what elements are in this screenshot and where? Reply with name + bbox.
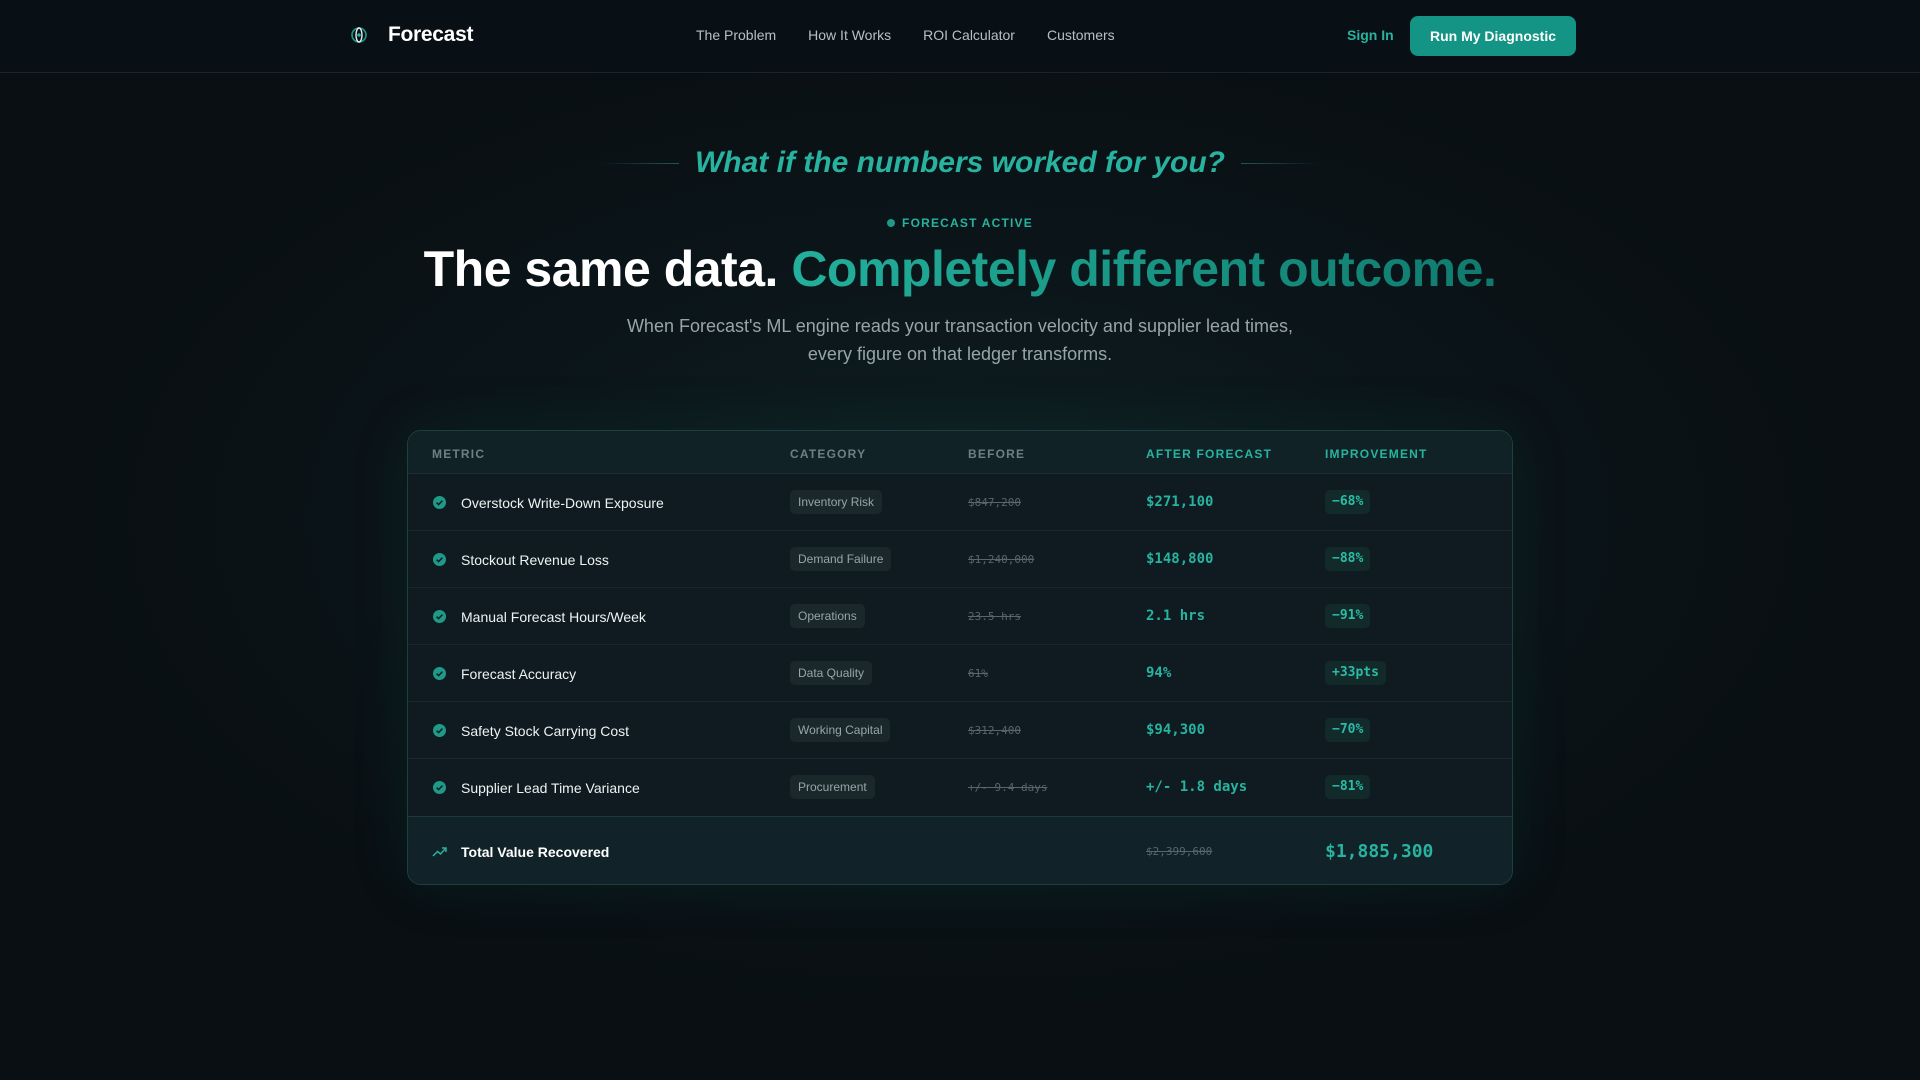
after-value: 2.1 hrs (1146, 608, 1206, 624)
category-badge: Working Capital (790, 718, 891, 742)
before-value: 61% (968, 667, 988, 680)
table-row: Supplier Lead Time Variance Procurement … (408, 759, 1512, 816)
after-value: $271,100 (1146, 494, 1214, 510)
header-improvement: IMPROVEMENT (1325, 447, 1428, 461)
subtitle-line-2: every figure on that ledger transforms. (807, 344, 1113, 364)
headline-accent: Completely different outcome. (791, 241, 1497, 297)
table-row: Overstock Write-Down Exposure Inventory … (408, 474, 1512, 531)
check-circle-icon (433, 610, 446, 623)
sign-in-link[interactable]: Sign In (1347, 27, 1394, 43)
improvement-badge: −81% (1325, 775, 1371, 799)
tagline-divider-left (598, 162, 679, 164)
comparison-table: METRIC CATEGORY BEFORE AFTER FORECAST IM… (407, 430, 1513, 885)
metric-name: Stockout Revenue Loss (461, 552, 609, 568)
category-badge: Demand Failure (790, 547, 892, 571)
header-metric: METRIC (432, 447, 486, 461)
hero-headline: The same data. Completely different outc… (0, 240, 1920, 298)
table-row: Manual Forecast Hours/Week Operations 23… (408, 588, 1512, 645)
hero-tagline: What if the numbers worked for you? (694, 146, 1226, 179)
metric-name: Overstock Write-Down Exposure (461, 495, 664, 511)
table-row: Forecast Accuracy Data Quality 61% 94% +… (408, 645, 1512, 702)
status-text: FORECAST ACTIVE (902, 216, 1033, 230)
category-badge: Data Quality (790, 661, 873, 685)
category-badge: Procurement (790, 775, 875, 799)
metric-name: Forecast Accuracy (461, 666, 577, 682)
header-before: BEFORE (968, 447, 1026, 461)
subtitle-line-1: When Forecast's ML engine reads your tra… (626, 316, 1294, 336)
check-circle-icon (433, 781, 446, 794)
nav-link-customers[interactable]: Customers (1047, 27, 1115, 43)
nav-link-roi-calculator[interactable]: ROI Calculator (923, 27, 1015, 43)
metric-name: Manual Forecast Hours/Week (461, 609, 646, 625)
check-circle-icon (433, 667, 446, 680)
nav-link-how-it-works[interactable]: How It Works (808, 27, 891, 43)
total-before-value: $2,399,600 (1146, 845, 1213, 858)
category-badge: Inventory Risk (790, 490, 883, 514)
header-after-forecast: AFTER FORECAST (1146, 447, 1273, 461)
hero-subtitle: When Forecast's ML engine reads your tra… (560, 312, 1360, 368)
table-row: Stockout Revenue Loss Demand Failure $1,… (408, 531, 1512, 588)
brand-logo[interactable]: Forecast (346, 22, 473, 48)
category-badge: Operations (790, 604, 865, 628)
nav-link-the-problem[interactable]: The Problem (696, 27, 776, 43)
after-value: $148,800 (1146, 551, 1214, 567)
before-value: +/- 9.4 days (968, 781, 1048, 794)
table-row: Safety Stock Carrying Cost Working Capit… (408, 702, 1512, 759)
tagline-row: What if the numbers worked for you? (0, 146, 1920, 180)
before-value: 23.5 hrs (968, 610, 1021, 623)
improvement-badge: −70% (1325, 718, 1371, 742)
before-value: $312,400 (968, 724, 1021, 737)
metric-name: Safety Stock Carrying Cost (461, 723, 630, 739)
before-value: $1,240,000 (968, 553, 1035, 566)
run-diagnostic-button[interactable]: Run My Diagnostic (1410, 16, 1576, 56)
check-circle-icon (433, 724, 446, 737)
brand-name: Forecast (388, 23, 474, 46)
after-value: 94% (1146, 665, 1172, 681)
total-after-value: $1,885,300 (1325, 841, 1434, 862)
header-category: CATEGORY (790, 447, 867, 461)
table-header: METRIC CATEGORY BEFORE AFTER FORECAST IM… (408, 431, 1512, 474)
trending-up-icon (432, 847, 447, 857)
before-value: $847,200 (968, 496, 1021, 509)
top-navbar: Forecast The Problem How It Works ROI Ca… (0, 0, 1920, 73)
check-circle-icon (433, 553, 446, 566)
improvement-badge: −88% (1325, 547, 1371, 571)
atom-globe-icon (346, 22, 372, 48)
headline-white: The same data. (423, 241, 779, 297)
status-indicator: FORECAST ACTIVE (0, 216, 1920, 230)
total-row: Total Value Recovered $2,399,600 $1,885,… (408, 816, 1512, 884)
tagline-divider-right (1241, 162, 1322, 164)
after-value: $94,300 (1146, 722, 1206, 738)
status-dot-icon (887, 219, 896, 227)
improvement-badge: −68% (1325, 490, 1371, 514)
improvement-badge: +33pts (1325, 661, 1386, 685)
metric-name: Supplier Lead Time Variance (461, 780, 640, 796)
check-circle-icon (433, 496, 446, 509)
nav-links: The Problem How It Works ROI Calculator … (696, 27, 1115, 43)
improvement-badge: −91% (1325, 604, 1371, 628)
total-label: Total Value Recovered (461, 844, 610, 860)
after-value: +/- 1.8 days (1146, 779, 1248, 795)
